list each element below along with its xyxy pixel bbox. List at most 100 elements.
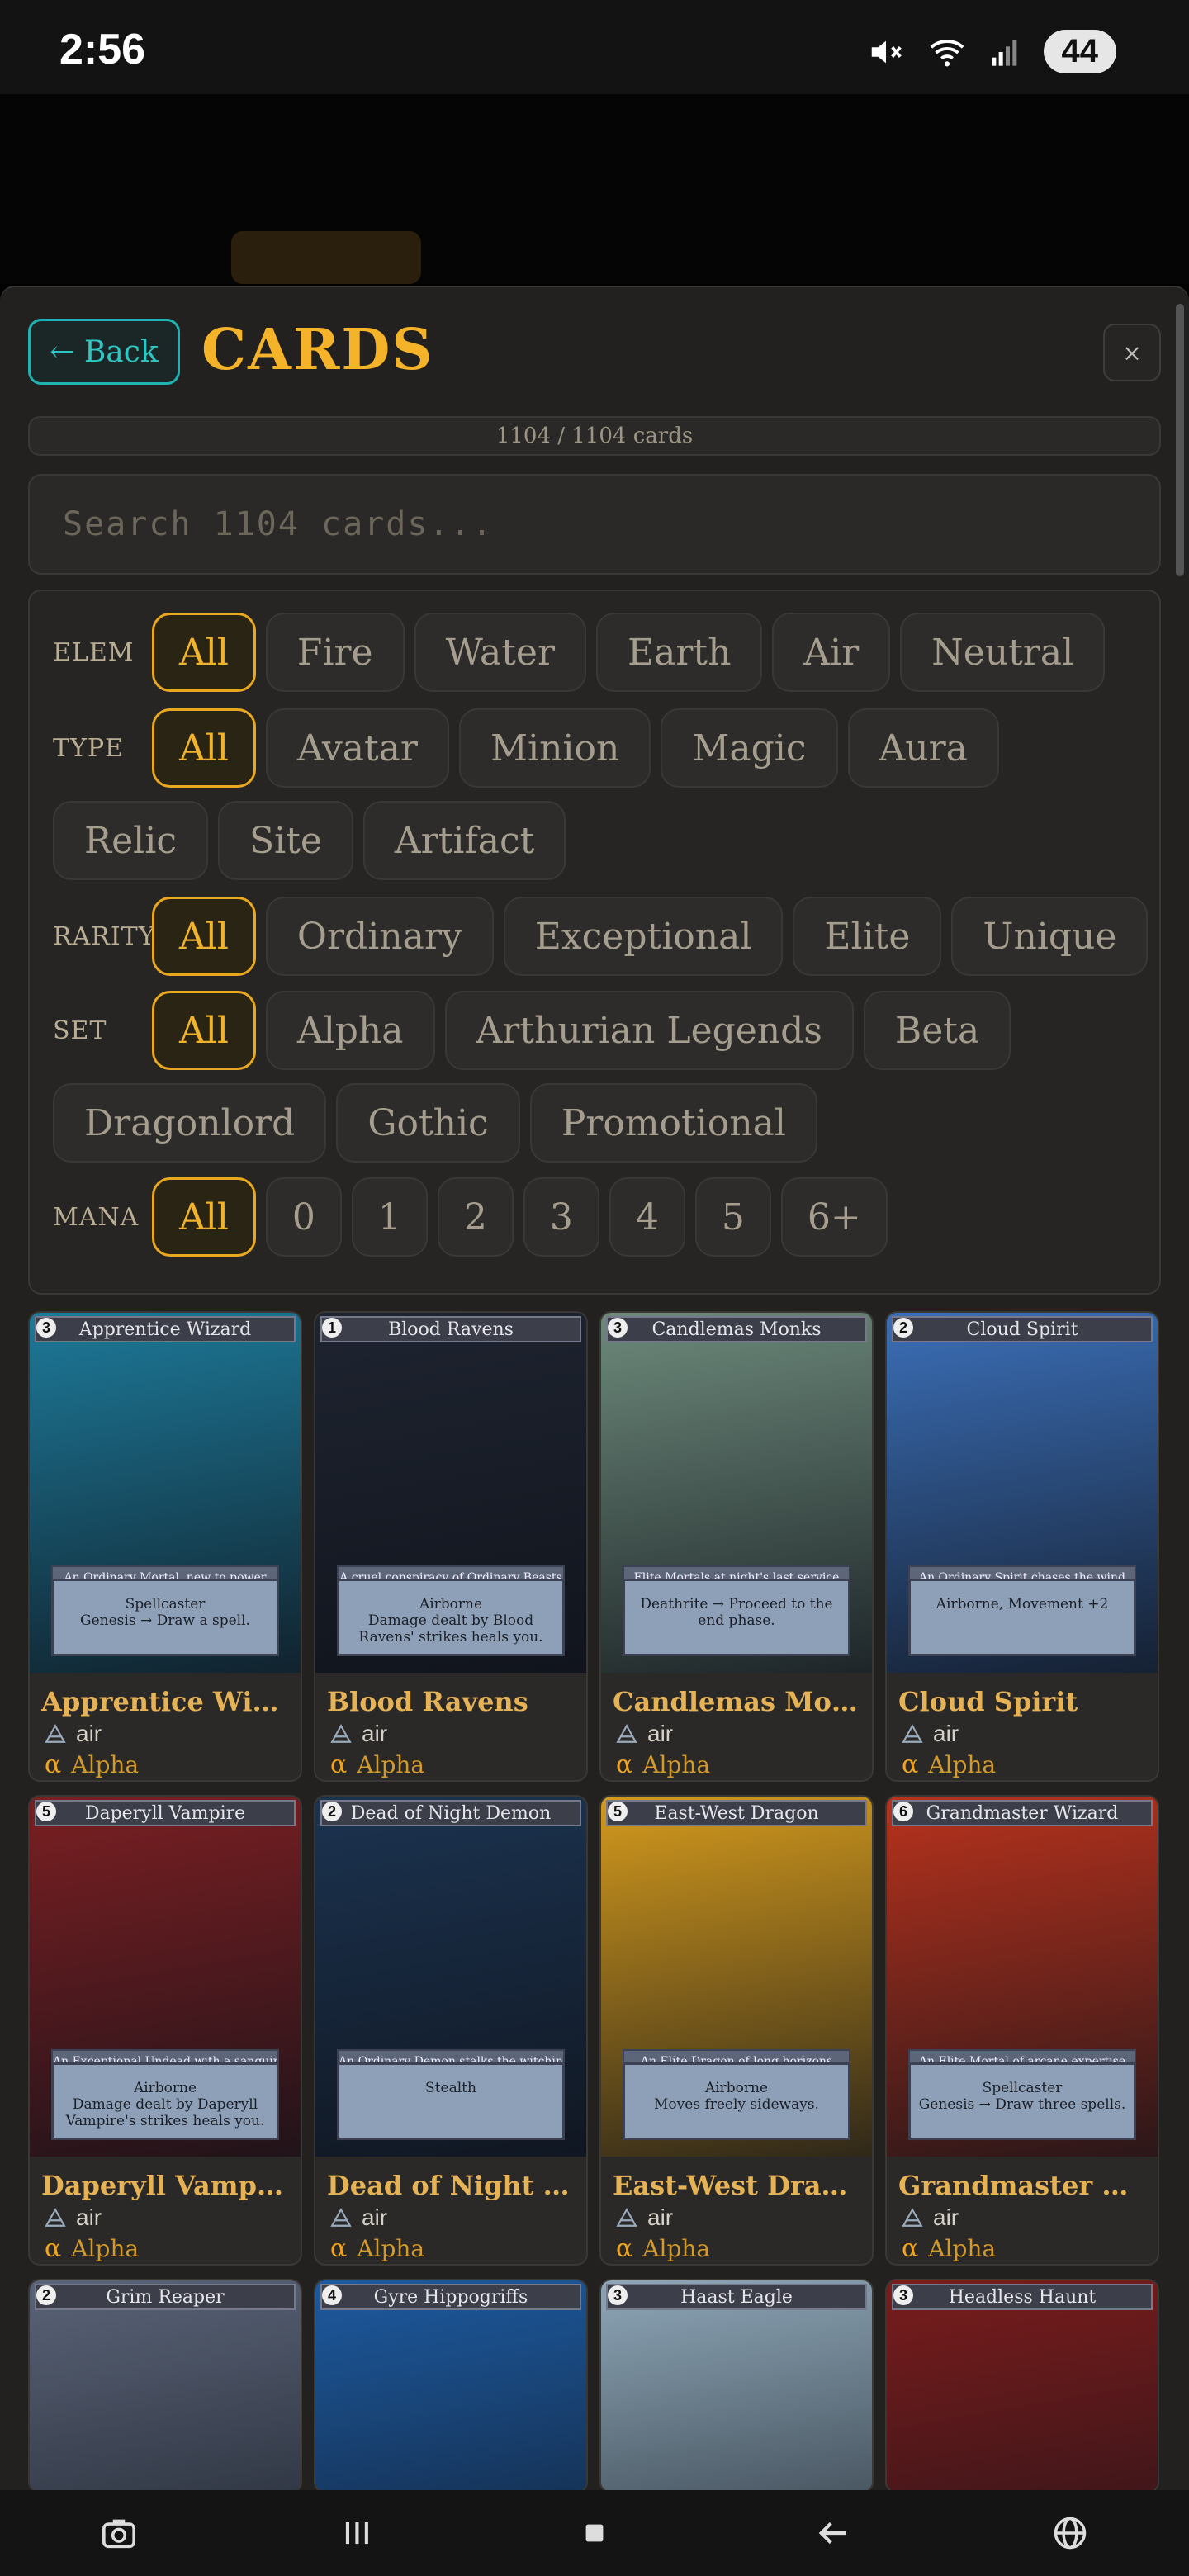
card-element: air bbox=[45, 1721, 102, 1747]
card-name: Grandmaster Wizard bbox=[898, 2170, 1149, 2201]
battery-indicator: 44 bbox=[1043, 30, 1116, 73]
card-rules-text: Spellcaster Genesis → Draw three spells. bbox=[908, 2062, 1136, 2140]
chip-type-minion[interactable]: Minion bbox=[458, 708, 651, 788]
chip-elem-air[interactable]: Air bbox=[772, 613, 891, 692]
filter-label-type: TYPE bbox=[53, 733, 124, 763]
clock: 2:56 bbox=[59, 26, 146, 73]
chip-type-artifact[interactable]: Artifact bbox=[362, 801, 566, 880]
chip-set-beta[interactable]: Beta bbox=[863, 991, 1011, 1070]
mana-cost-badge: 5 bbox=[608, 1802, 628, 1821]
air-element-icon bbox=[902, 1724, 923, 1743]
chip-set-promotional[interactable]: Promotional bbox=[529, 1083, 817, 1163]
card-rules-text: Airborne Damage dealt by Blood Ravens' s… bbox=[337, 1579, 565, 1656]
chip-mana-2[interactable]: 2 bbox=[437, 1177, 514, 1257]
filter-label-elem: ELEM bbox=[53, 637, 135, 667]
chip-set-alpha[interactable]: Alpha bbox=[265, 991, 435, 1070]
card-tile[interactable]: Grandmaster Wizard 6 An Elite Mortal of ar… bbox=[885, 1795, 1159, 2266]
chip-mana-0[interactable]: 0 bbox=[265, 1177, 342, 1257]
card-art: Apprentice Wizard 3 An Ordinary Mortal, ne… bbox=[30, 1313, 301, 1673]
card-art: Headless Haunt 3 bbox=[887, 2280, 1158, 2492]
card-set-label: Alpha bbox=[71, 1751, 140, 1778]
chip-mana-6-plus[interactable]: 6+ bbox=[780, 1177, 888, 1257]
card-tile[interactable]: Cloud Spirit 2 An Ordinary Spirit chases t… bbox=[885, 1311, 1159, 1782]
card-element-label: air bbox=[647, 2204, 674, 2230]
home-icon[interactable] bbox=[557, 2522, 632, 2544]
chip-elem-neutral[interactable]: Neutral bbox=[900, 613, 1106, 692]
card-tile[interactable]: Grim Reaper 2 bbox=[28, 2279, 302, 2492]
card-name: East-West Dragon bbox=[613, 2170, 864, 2201]
filter-row-set: SET All Alpha Arthurian Legends Beta bbox=[30, 991, 1011, 1070]
card-tile[interactable]: Daperyll Vampire 5 An Exceptional Undead w… bbox=[28, 1795, 302, 2266]
air-element-icon bbox=[330, 2208, 352, 2227]
air-element-icon bbox=[45, 2208, 66, 2227]
chip-type-site[interactable]: Site bbox=[217, 801, 353, 880]
chip-rarity-all[interactable]: All bbox=[152, 897, 256, 976]
chip-set-arthurian-legends[interactable]: Arthurian Legends bbox=[444, 991, 854, 1070]
status-icons: 44 bbox=[867, 30, 1116, 73]
chip-mana-all[interactable]: All bbox=[152, 1177, 256, 1257]
card-tile[interactable]: Candlemas Monks 3 Elite Mortals at night's… bbox=[599, 1311, 874, 1782]
card-tile[interactable]: Blood Ravens 1 A cruel conspiracy of Ordin… bbox=[314, 1311, 588, 1782]
page-title: CARDS bbox=[201, 317, 434, 383]
chip-rarity-exceptional[interactable]: Exceptional bbox=[503, 897, 784, 976]
chip-type-magic[interactable]: Magic bbox=[661, 708, 838, 788]
recent-apps-icon[interactable] bbox=[320, 2518, 394, 2548]
dimmed-background bbox=[0, 94, 1189, 284]
card-element: air bbox=[902, 2204, 959, 2231]
card-tile[interactable]: East-West Dragon 5 An Elite Dragon of long… bbox=[599, 1795, 874, 2266]
chip-rarity-ordinary[interactable]: Ordinary bbox=[265, 897, 494, 976]
chip-rarity-unique[interactable]: Unique bbox=[951, 897, 1149, 976]
chip-elem-fire[interactable]: Fire bbox=[265, 613, 405, 692]
cards-sheet: ← Back CARDS × 1104 / 1104 cards ELEM Al… bbox=[0, 286, 1189, 2492]
back-nav-icon[interactable] bbox=[795, 2519, 869, 2547]
chip-type-aura[interactable]: Aura bbox=[847, 708, 999, 788]
card-name: Dead of Night Demon bbox=[327, 2170, 578, 2201]
chip-set-all[interactable]: All bbox=[152, 991, 256, 1070]
chip-mana-1[interactable]: 1 bbox=[351, 1177, 428, 1257]
card-tile[interactable]: Headless Haunt 3 bbox=[885, 2279, 1159, 2492]
filter-row-mana: MANA All 0 1 2 3 4 5 6+ bbox=[30, 1177, 888, 1257]
card-grid: Apprentice Wizard 3 An Ordinary Mortal, ne… bbox=[28, 1311, 1161, 2492]
card-set-label: Alpha bbox=[357, 1751, 425, 1778]
mana-cost-badge: 5 bbox=[36, 1802, 56, 1821]
card-tile[interactable]: Apprentice Wizard 3 An Ordinary Mortal, ne… bbox=[28, 1311, 302, 1782]
card-set: α Alpha bbox=[45, 2234, 139, 2263]
close-icon: × bbox=[1122, 339, 1142, 367]
search-input[interactable] bbox=[28, 474, 1161, 575]
scrollbar[interactable] bbox=[1176, 304, 1184, 576]
card-set-label: Alpha bbox=[928, 1751, 997, 1778]
camera-icon[interactable] bbox=[82, 2517, 156, 2550]
mana-cost-badge: 6 bbox=[893, 1802, 913, 1821]
mana-cost-badge: 3 bbox=[608, 2285, 628, 2305]
mana-cost-badge: 2 bbox=[36, 2285, 56, 2305]
card-tile[interactable]: Haast Eagle 3 bbox=[599, 2279, 874, 2492]
chip-elem-water[interactable]: Water bbox=[414, 613, 586, 692]
chip-type-avatar[interactable]: Avatar bbox=[265, 708, 449, 788]
card-tile[interactable]: Dead of Night Demon 2 An Ordinary Demon st… bbox=[314, 1795, 588, 2266]
back-button[interactable]: ← Back bbox=[28, 319, 180, 385]
signal-icon bbox=[991, 39, 1016, 66]
chip-type-all[interactable]: All bbox=[152, 708, 256, 788]
card-tile[interactable]: Gyre Hippogriffs 4 bbox=[314, 2279, 588, 2492]
filter-row-type-wrap: Relic Site Artifact bbox=[53, 801, 566, 880]
chip-mana-4[interactable]: 4 bbox=[609, 1177, 685, 1257]
card-art-title: East-West Dragon bbox=[606, 1800, 867, 1826]
alpha-set-icon: α bbox=[616, 2234, 633, 2263]
card-set: α Alpha bbox=[330, 1750, 424, 1779]
chip-elem-earth[interactable]: Earth bbox=[596, 613, 763, 692]
filter-label-set: SET bbox=[53, 1016, 107, 1045]
chip-set-gothic[interactable]: Gothic bbox=[336, 1083, 520, 1163]
chip-elem-all[interactable]: All bbox=[152, 613, 256, 692]
card-element: air bbox=[330, 2204, 387, 2231]
card-art-title: Grandmaster Wizard bbox=[892, 1800, 1153, 1826]
card-art: Cloud Spirit 2 An Ordinary Spirit chases t… bbox=[887, 1313, 1158, 1673]
chip-set-dragonlord[interactable]: Dragonlord bbox=[53, 1083, 327, 1163]
filter-row-rarity: RARITY All Ordinary Exceptional Elite Un… bbox=[30, 897, 1149, 976]
card-art: Blood Ravens 1 A cruel conspiracy of Ordin… bbox=[315, 1313, 586, 1673]
chip-type-relic[interactable]: Relic bbox=[53, 801, 208, 880]
chip-mana-3[interactable]: 3 bbox=[523, 1177, 599, 1257]
globe-icon[interactable] bbox=[1033, 2516, 1107, 2550]
chip-rarity-elite[interactable]: Elite bbox=[793, 897, 942, 976]
chip-mana-5[interactable]: 5 bbox=[694, 1177, 771, 1257]
close-button[interactable]: × bbox=[1103, 324, 1161, 381]
